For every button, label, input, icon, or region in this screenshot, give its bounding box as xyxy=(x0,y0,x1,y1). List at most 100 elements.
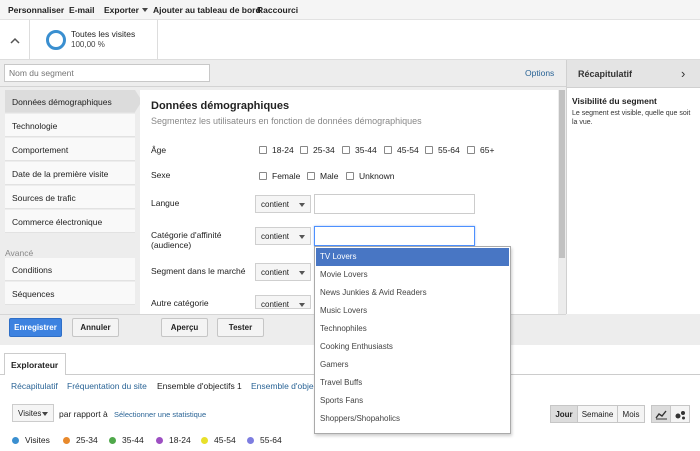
dropdown-option[interactable]: News Junkies & Avid Readers xyxy=(316,284,509,302)
checkbox-icon xyxy=(259,146,267,154)
subtab-site-usage[interactable]: Fréquentation du site xyxy=(67,381,147,391)
tab-explorer[interactable]: Explorateur xyxy=(4,353,66,375)
select-value: Visites xyxy=(18,409,42,418)
sidebar-item-technology[interactable]: Technologie xyxy=(5,114,135,137)
dropdown-option[interactable]: Movie Lovers xyxy=(316,266,509,284)
legend-dot-icon xyxy=(109,436,116,444)
sidebar-item-conditions[interactable]: Conditions xyxy=(5,258,135,281)
line-chart-button[interactable] xyxy=(651,405,671,423)
dropdown-option[interactable]: Travel Buffs xyxy=(316,374,509,392)
sidebar-item-label: Technologie xyxy=(12,121,58,131)
options-link[interactable]: Options xyxy=(525,68,554,78)
sex-checkbox-female[interactable]: Female xyxy=(259,171,300,181)
cancel-button[interactable]: Annuler xyxy=(72,318,119,337)
dropdown-option[interactable]: Cooking Enthusiasts xyxy=(316,338,509,356)
affinity-operator-select[interactable]: contient xyxy=(255,227,311,245)
sidebar-item-demographics[interactable]: Données démographiques xyxy=(5,90,142,113)
dropdown-option[interactable]: Technophiles xyxy=(316,320,509,338)
visibility-text: Le segment est visible, quelle que soit … xyxy=(572,110,691,126)
subtab-summary[interactable]: Récapitulatif xyxy=(11,381,58,391)
vs-label: par rapport à xyxy=(59,409,108,419)
checkbox-label: 25-34 xyxy=(313,145,335,155)
age-checkbox-65-plus[interactable]: 65+ xyxy=(467,145,494,155)
checkbox-icon xyxy=(342,146,350,154)
dropdown-option[interactable]: Sports Fans xyxy=(316,392,509,410)
dropdown-option[interactable]: Shoppers/Shopaholics xyxy=(316,410,509,428)
affinity-label: Catégorie d'affinité (audience) xyxy=(151,230,222,250)
other-operator-select[interactable]: contient xyxy=(255,295,311,309)
dropdown-option[interactable]: Music Lovers xyxy=(316,302,509,320)
metric-select[interactable]: Visites xyxy=(12,404,54,422)
email-link[interactable]: E-mail xyxy=(69,5,95,15)
in-market-label: Segment dans le marché xyxy=(151,266,246,276)
age-checkbox-18-24[interactable]: 18-24 xyxy=(259,145,294,155)
export-menu[interactable]: Exporter xyxy=(104,5,148,15)
select-metric-link[interactable]: Sélectionner une statistique xyxy=(114,410,206,419)
legend-item: 18-24 xyxy=(156,435,191,445)
scrollbar-thumb[interactable] xyxy=(559,90,565,258)
segment-name-input[interactable] xyxy=(4,64,210,82)
age-checkbox-45-54[interactable]: 45-54 xyxy=(384,145,419,155)
save-button[interactable]: Enregistrer xyxy=(9,318,62,337)
sidebar-item-label: Commerce électronique xyxy=(12,217,103,227)
in-market-operator-select[interactable]: contient xyxy=(255,263,311,281)
legend-label: 55-64 xyxy=(260,435,282,445)
sidebar-item-behavior[interactable]: Comportement xyxy=(5,138,135,161)
subtab-goal-set-1[interactable]: Ensemble d'objectifs 1 xyxy=(157,381,242,391)
legend-dot-icon xyxy=(156,436,163,444)
period-day-button[interactable]: Jour xyxy=(550,405,578,423)
legend-dot-icon xyxy=(63,436,70,444)
sidebar-item-traffic-sources[interactable]: Sources de trafic xyxy=(5,186,135,209)
chevron-down-icon xyxy=(299,303,305,307)
affinity-input[interactable] xyxy=(314,226,475,246)
checkbox-icon xyxy=(346,172,354,180)
chevron-right-icon[interactable]: › xyxy=(681,66,685,81)
visibility-title: Visibilité du segment xyxy=(572,96,657,106)
period-week-button[interactable]: Semaine xyxy=(577,405,618,423)
legend-label: Visites xyxy=(25,435,50,445)
age-checkbox-35-44[interactable]: 35-44 xyxy=(342,145,377,155)
add-to-dashboard-link[interactable]: Ajouter au tableau de bord xyxy=(153,5,261,15)
sidebar-item-first-visit[interactable]: Date de la première visite xyxy=(5,162,135,185)
shortcut-link[interactable]: Raccourci xyxy=(257,5,298,15)
legend-item: 55-64 xyxy=(247,435,282,445)
sex-checkbox-male[interactable]: Male xyxy=(307,171,338,181)
language-input[interactable] xyxy=(314,194,475,214)
summary-title: Récapitulatif xyxy=(578,69,633,79)
preview-button[interactable]: Aperçu xyxy=(161,318,208,337)
select-value: contient xyxy=(261,232,290,241)
checkbox-label: Female xyxy=(272,171,301,181)
checkbox-icon xyxy=(300,146,308,154)
test-button[interactable]: Tester xyxy=(217,318,264,337)
motion-chart-button[interactable] xyxy=(670,405,690,423)
dropdown-option[interactable]: Gamers xyxy=(316,356,509,374)
subtab-goal-set-2[interactable]: Ensemble d'objec xyxy=(251,381,318,391)
sidebar-item-ecommerce[interactable]: Commerce électronique xyxy=(5,210,135,233)
checkbox-label: 18-24 xyxy=(272,145,294,155)
top-toolbar: Personnaliser E-mail Exporter Ajouter au… xyxy=(0,0,700,20)
select-value: contient xyxy=(261,200,290,209)
language-operator-select[interactable]: contient xyxy=(255,195,311,213)
sex-checkbox-unknown[interactable]: Unknown xyxy=(346,171,394,181)
checkbox-label: 55-64 xyxy=(438,145,460,155)
collapse-button[interactable] xyxy=(0,20,30,60)
period-month-button[interactable]: Mois xyxy=(617,405,645,423)
bubble-chart-icon xyxy=(675,410,685,419)
legend-label: 25-34 xyxy=(76,435,98,445)
sidebar-item-label: Comportement xyxy=(12,145,69,155)
customize-link[interactable]: Personnaliser xyxy=(8,5,64,15)
legend-dot-icon xyxy=(201,436,208,444)
sidebar-item-label: Date de la première visite xyxy=(12,169,109,179)
segment-bar xyxy=(0,20,700,60)
age-checkbox-25-34[interactable]: 25-34 xyxy=(300,145,335,155)
legend-item: 35-44 xyxy=(109,435,144,445)
chevron-down-icon xyxy=(299,203,305,207)
age-checkbox-55-64[interactable]: 55-64 xyxy=(425,145,460,155)
dropdown-option[interactable]: TV Lovers xyxy=(316,248,509,266)
sidebar-item-sequences[interactable]: Séquences xyxy=(5,282,135,305)
chevron-up-icon xyxy=(9,37,20,44)
checkbox-icon xyxy=(425,146,433,154)
segment-title[interactable]: Toutes les visites xyxy=(71,29,135,39)
checkbox-label: 65+ xyxy=(480,145,495,155)
checkbox-icon xyxy=(467,146,475,154)
